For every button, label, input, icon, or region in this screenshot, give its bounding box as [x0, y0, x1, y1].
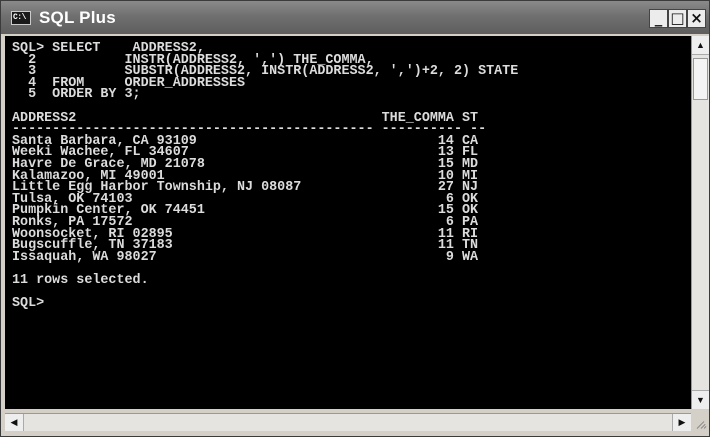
scroll-up-arrow-icon[interactable]: ▲ [692, 36, 709, 55]
vertical-scroll-thumb[interactable] [693, 58, 708, 100]
scroll-left-arrow-icon[interactable]: ◀ [5, 414, 24, 431]
title-bar[interactable]: C:\ SQL Plus _ □ × [1, 1, 709, 34]
close-button[interactable]: × [687, 9, 706, 28]
window-title: SQL Plus [39, 8, 116, 27]
scroll-right-arrow-icon[interactable]: ▶ [672, 414, 691, 431]
maximize-button[interactable]: □ [668, 9, 687, 28]
minimize-button[interactable]: _ [649, 9, 668, 28]
horizontal-scrollbar[interactable]: ◀ ▶ [5, 413, 691, 431]
console-output[interactable]: SQL> SELECT ADDRESS2, 2 INSTR(ADDRESS2, … [5, 36, 691, 310]
console-area[interactable]: SQL> SELECT ADDRESS2, 2 INSTR(ADDRESS2, … [5, 36, 691, 409]
console-app-icon-label: C:\ [13, 13, 26, 22]
console-app-icon[interactable]: C:\ [11, 11, 31, 25]
sqlplus-window: C:\ SQL Plus _ □ × SQL> SELECT ADDRESS2,… [0, 0, 710, 437]
vertical-scrollbar[interactable]: ▲ ▼ [691, 36, 709, 409]
scroll-down-arrow-icon[interactable]: ▼ [692, 390, 709, 409]
resize-grip-icon[interactable] [691, 413, 709, 431]
